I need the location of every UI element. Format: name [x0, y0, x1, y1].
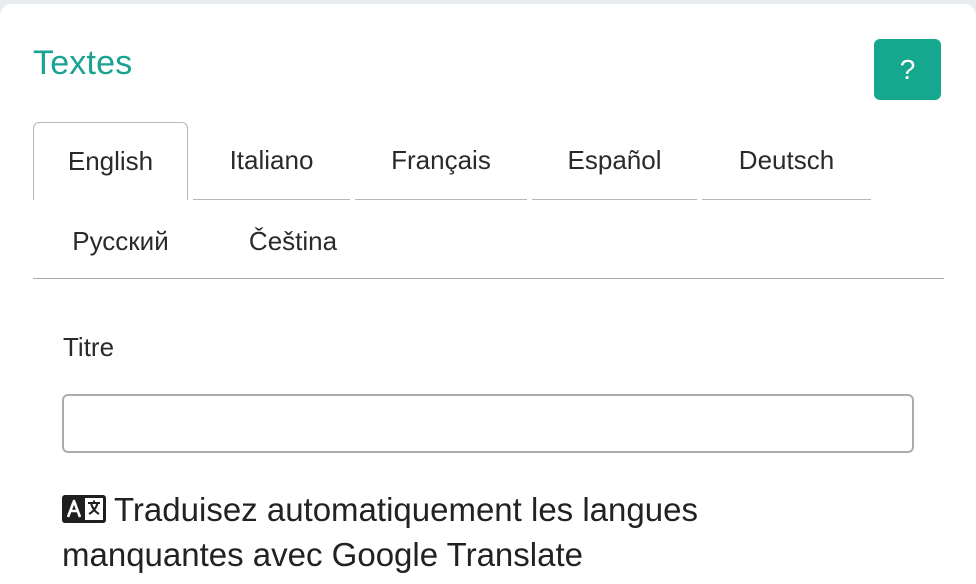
tab-russian[interactable]: Русский [33, 202, 208, 280]
tab-deutsch[interactable]: Deutsch [702, 122, 871, 200]
section-title: Textes [33, 44, 133, 82]
title-field-label: Titre [63, 332, 115, 362]
auto-translate-link[interactable]: Traduisez automatiquement les langues ma… [62, 488, 822, 576]
tab-cestina[interactable]: Čeština [213, 202, 373, 280]
help-button[interactable]: ? [874, 39, 941, 100]
title-input[interactable] [62, 394, 914, 453]
tab-francais[interactable]: Français [355, 122, 527, 200]
tab-italiano[interactable]: Italiano [193, 122, 350, 200]
translate-icon [62, 490, 106, 533]
tab-english[interactable]: English [33, 122, 188, 200]
tab-espanol[interactable]: Español [532, 122, 697, 200]
language-tabs: English Italiano Français Español Deutsc… [33, 118, 944, 279]
auto-translate-label: Traduisez automatiquement les langues ma… [62, 491, 698, 573]
texts-panel: Textes ? English Italiano Français Españ… [0, 4, 976, 584]
